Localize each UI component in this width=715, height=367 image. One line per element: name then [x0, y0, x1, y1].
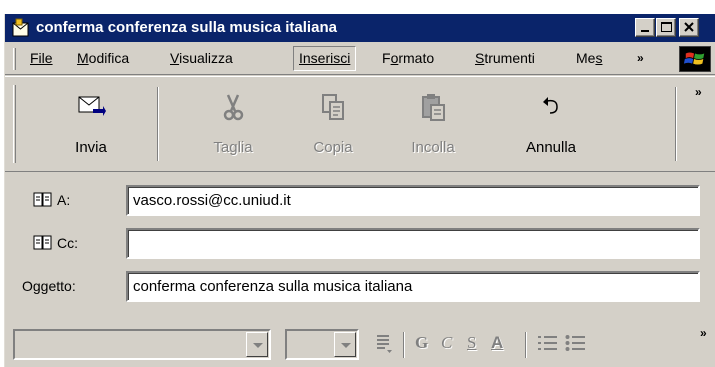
- italic-button[interactable]: C: [441, 333, 452, 353]
- menu-modifica[interactable]: Modifica: [77, 50, 129, 66]
- cut-button[interactable]: Taglia: [187, 83, 279, 169]
- font-color-button[interactable]: A: [491, 333, 503, 353]
- formatting-toolbar: G C S A »: [5, 314, 715, 367]
- close-button[interactable]: [679, 18, 699, 37]
- font-name-dropdown[interactable]: [13, 329, 271, 360]
- subject-row: Oggetto:: [5, 271, 715, 303]
- cc-row: Cc:: [5, 228, 715, 260]
- compose-window: conferma conferenza sulla musica italian…: [4, 14, 715, 367]
- window-title: conferma conferenza sulla musica italian…: [36, 19, 337, 36]
- format-separator: [525, 332, 527, 358]
- to-label[interactable]: A:: [33, 192, 70, 208]
- to-row: A:: [5, 185, 715, 217]
- menu-messaggio-hotkey: s: [595, 50, 603, 66]
- scissors-icon: [223, 94, 244, 121]
- menu-inserisci-label: Inserisci: [299, 50, 351, 66]
- copy-label: Copia: [313, 139, 353, 156]
- cc-label-text: Cc:: [57, 235, 78, 251]
- address-book-icon: [33, 235, 52, 250]
- paragraph-style-icon[interactable]: [375, 333, 393, 355]
- chevron-down-icon[interactable]: [246, 332, 268, 357]
- copy-icon: [322, 94, 344, 120]
- font-size-dropdown[interactable]: [285, 329, 359, 360]
- cc-label[interactable]: Cc:: [33, 235, 78, 251]
- paste-button[interactable]: Incolla: [387, 83, 479, 169]
- menu-modifica-hotkey: M: [77, 50, 89, 66]
- menu-grip[interactable]: [13, 48, 16, 70]
- underline-button[interactable]: S: [467, 333, 476, 353]
- to-field[interactable]: [126, 185, 700, 216]
- menu-strumenti[interactable]: Strumenti: [475, 50, 535, 66]
- menu-formato-hotkey: o: [390, 50, 399, 66]
- toolbar-separator: [157, 87, 159, 161]
- title-bar[interactable]: conferma conferenza sulla musica italian…: [5, 14, 715, 42]
- close-icon: [684, 22, 694, 32]
- send-button[interactable]: Invia: [45, 83, 137, 169]
- menu-file-label: File: [30, 50, 53, 66]
- paste-label: Incolla: [411, 139, 455, 156]
- copy-button[interactable]: Copia: [287, 83, 379, 169]
- address-book-icon: [33, 192, 52, 207]
- menu-visualizza[interactable]: Visualizza: [170, 50, 233, 66]
- minimize-icon: [641, 30, 649, 32]
- toolbar-grip[interactable]: [13, 85, 16, 163]
- format-separator: [403, 332, 405, 358]
- format-overflow-chevron[interactable]: »: [700, 326, 707, 340]
- send-icon: [78, 96, 106, 116]
- bold-button[interactable]: G: [415, 333, 428, 353]
- standard-toolbar: Invia Taglia Copia Incolla Annulla »: [5, 76, 715, 172]
- windows-logo-icon: [679, 46, 711, 72]
- to-label-text: A:: [57, 192, 71, 208]
- menu-visualizza-hotkey: V: [170, 50, 180, 66]
- menu-formato[interactable]: Formato: [382, 50, 434, 66]
- numbered-list-icon[interactable]: [537, 334, 559, 354]
- undo-icon: [543, 97, 558, 114]
- cc-field[interactable]: [126, 228, 700, 259]
- cut-label: Taglia: [213, 139, 253, 156]
- maximize-icon: [661, 22, 672, 32]
- menu-file[interactable]: File: [30, 50, 53, 66]
- menu-inserisci[interactable]: Inserisci: [293, 46, 357, 71]
- subject-label: Oggetto:: [22, 278, 76, 294]
- undo-label: Annulla: [525, 139, 577, 156]
- mail-envelope-icon: [12, 18, 29, 37]
- subject-field[interactable]: [126, 271, 700, 302]
- bulleted-list-icon[interactable]: [565, 334, 587, 354]
- chevron-down-icon[interactable]: [334, 332, 356, 357]
- toolbar-separator: [675, 87, 677, 161]
- menu-messaggio[interactable]: Mes: [576, 50, 602, 66]
- menu-strumenti-hotkey: S: [475, 50, 485, 66]
- menu-overflow-chevron[interactable]: »: [637, 51, 644, 65]
- minimize-button[interactable]: [635, 18, 655, 37]
- paste-icon: [422, 94, 445, 121]
- send-label: Invia: [75, 139, 107, 156]
- menu-bar: File Modifica Visualizza Inserisci Forma…: [5, 43, 715, 75]
- maximize-button[interactable]: [656, 18, 676, 37]
- undo-button[interactable]: Annulla: [505, 83, 597, 169]
- toolbar-overflow-chevron[interactable]: »: [695, 85, 702, 99]
